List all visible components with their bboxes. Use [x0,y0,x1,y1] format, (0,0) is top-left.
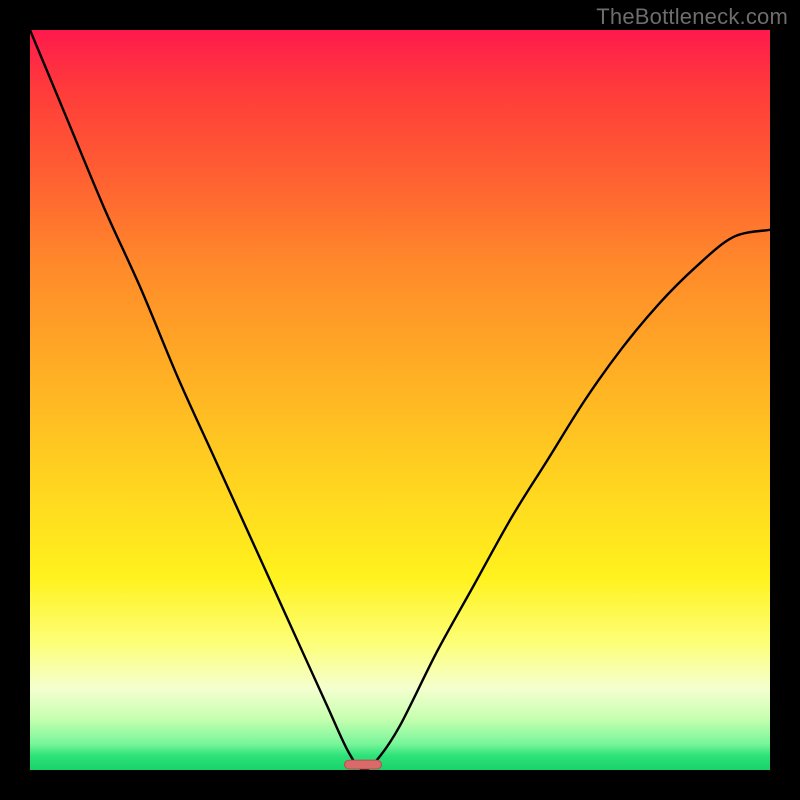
trough-marker [345,760,382,769]
chart-frame: TheBottleneck.com [0,0,800,800]
bottleneck-curve [30,30,770,770]
watermark-text: TheBottleneck.com [596,4,788,30]
chart-svg [30,30,770,770]
plot-area [30,30,770,770]
